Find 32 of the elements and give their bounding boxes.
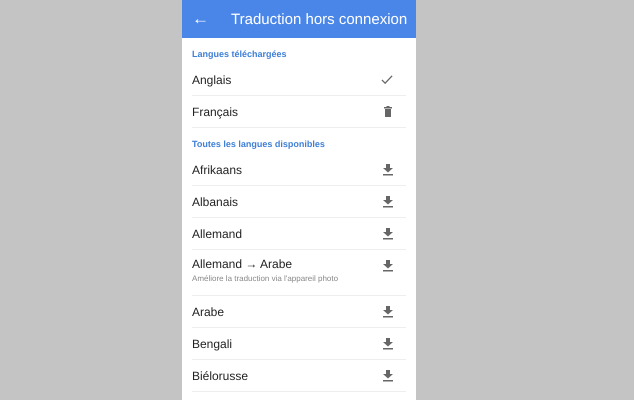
language-name: Français	[192, 104, 238, 118]
language-name: Bengali	[192, 336, 232, 350]
language-item[interactable]: Allemand	[192, 218, 406, 250]
language-name: Allemand → Arabe	[192, 257, 294, 271]
language-item[interactable]: Albanais	[192, 186, 406, 218]
language-name: Biélorusse	[192, 368, 248, 382]
language-item[interactable]: Allemand → Arabe Améliore la traduction via l'appareil photo	[192, 250, 406, 296]
language-item[interactable]: Biélorusse	[192, 360, 406, 392]
language-item[interactable]: Anglais	[192, 64, 406, 96]
section-heading: Toutes les langues disponibles	[191, 138, 326, 151]
download-icon[interactable]	[382, 259, 394, 272]
language-item[interactable]: Bengali	[192, 328, 406, 360]
download-icon[interactable]	[382, 337, 394, 350]
download-icon[interactable]	[382, 195, 394, 208]
section-heading: Langues téléchargées	[191, 48, 288, 61]
download-icon[interactable]	[382, 163, 394, 176]
language-item[interactable]: Afrikaans	[192, 154, 406, 186]
language-name: Albanais	[192, 194, 238, 208]
language-name: Afrikaans	[192, 162, 242, 176]
trash-icon[interactable]	[382, 105, 394, 118]
download-icon[interactable]	[382, 227, 394, 240]
language-item[interactable]: Français	[192, 96, 406, 128]
check-icon	[380, 73, 394, 86]
language-note: Améliore la traduction via l'appareil photo	[192, 274, 338, 283]
language-item[interactable]: Arabe	[192, 296, 406, 328]
download-icon[interactable]	[382, 369, 394, 382]
back-button[interactable]: ←	[186, 9, 215, 29]
language-name: Anglais	[192, 72, 232, 86]
screen-title: Traduction hors connexion	[231, 10, 408, 28]
download-icon[interactable]	[382, 305, 394, 318]
language-name: Allemand	[192, 226, 242, 240]
language-name: Arabe	[192, 304, 224, 318]
